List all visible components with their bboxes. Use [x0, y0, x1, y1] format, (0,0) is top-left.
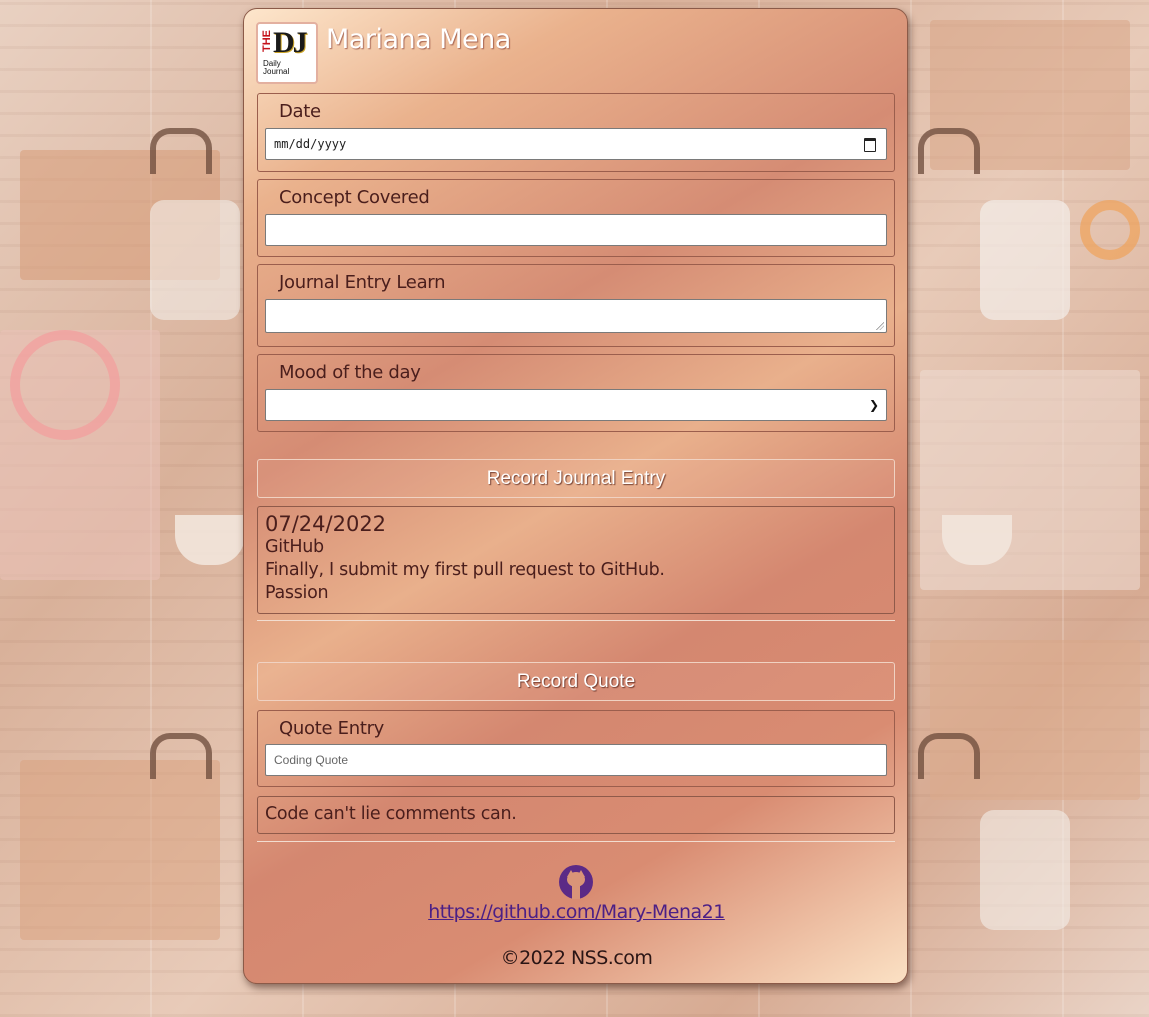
concept-input[interactable] — [265, 214, 887, 246]
record-quote-button[interactable]: Record Quote — [257, 662, 895, 701]
mood-fieldset: Mood of the day ❯ — [257, 354, 895, 432]
journal-entry-card: 07/24/2022 GitHub Finally, I submit my f… — [257, 506, 895, 614]
quote-label: Quote Entry — [279, 718, 385, 739]
mood-label: Mood of the day — [279, 362, 421, 383]
entry-mood: Passion — [265, 583, 329, 603]
date-input[interactable]: mm/dd/yyyy — [265, 128, 887, 160]
quote-fieldset: Quote Entry Coding Quote — [257, 710, 895, 787]
github-icon[interactable] — [559, 865, 593, 899]
concept-label: Concept Covered — [279, 187, 430, 208]
chevron-down-icon[interactable]: ❯ — [869, 398, 879, 412]
daily-journal-logo: THE DJ Daily Journal — [256, 22, 318, 84]
entry-text: Finally, I submit my first pull request … — [265, 560, 665, 580]
copyright-text: ©2022 NSS.com — [500, 947, 653, 969]
quote-input[interactable]: Coding Quote — [265, 744, 887, 776]
journal-entry-label: Journal Entry Learn — [279, 272, 446, 293]
github-link[interactable]: https://github.com/Mary-Mena21 — [244, 901, 909, 923]
concept-fieldset: Concept Covered — [257, 179, 895, 257]
date-fieldset: Date mm/dd/yyyy — [257, 93, 895, 172]
journal-card: THE DJ Daily Journal Mariana Mena Date mm… — [243, 8, 908, 984]
journal-entry-fieldset: Journal Entry Learn — [257, 264, 895, 347]
quote-text: Code can't lie comments can. — [265, 804, 517, 824]
calendar-icon[interactable] — [864, 138, 876, 152]
page-title: Mariana Mena — [326, 24, 511, 55]
divider — [257, 620, 895, 621]
quote-card: Code can't lie comments can. — [257, 796, 895, 834]
journal-entry-textarea[interactable] — [265, 299, 887, 333]
divider — [257, 841, 895, 842]
date-label: Date — [279, 101, 321, 122]
record-journal-entry-button[interactable]: Record Journal Entry — [257, 459, 895, 498]
entry-date: 07/24/2022 — [265, 512, 387, 536]
mood-select[interactable]: ❯ — [265, 389, 887, 421]
page-header: THE DJ Daily Journal Mariana Mena — [256, 22, 511, 86]
resize-handle-icon[interactable] — [876, 322, 884, 330]
entry-concept: GitHub — [265, 537, 324, 557]
